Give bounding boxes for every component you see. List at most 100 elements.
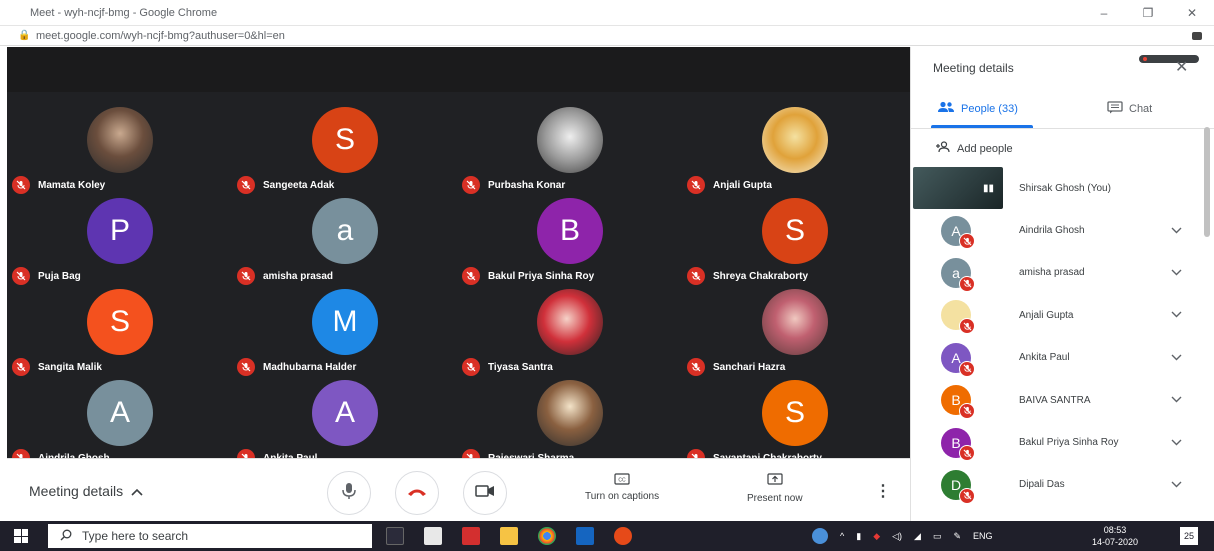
network-icon[interactable]: ◆ bbox=[873, 531, 880, 542]
participant-avatar: S bbox=[762, 198, 828, 264]
participant-row[interactable]: B Bakul Priya Sinha Roy bbox=[911, 421, 1201, 463]
participant-avatar bbox=[537, 289, 603, 355]
mic-off-icon bbox=[959, 275, 975, 292]
search-icon bbox=[60, 529, 72, 544]
participant-row[interactable]: a amisha prasad bbox=[911, 252, 1201, 294]
camera-button[interactable] bbox=[463, 471, 507, 515]
participant-tile[interactable]: SSayantani Chakraborty bbox=[682, 376, 907, 467]
chrome-icon[interactable] bbox=[538, 527, 556, 545]
mic-off-icon bbox=[959, 402, 975, 419]
participant-name: amisha prasad bbox=[263, 270, 334, 282]
participant-row[interactable]: D Dipali Das bbox=[911, 464, 1201, 506]
participant-avatar: M bbox=[312, 289, 378, 355]
taskbar-clock[interactable]: 08:53 14-07-2020 bbox=[1092, 524, 1138, 548]
wifi-icon[interactable]: ◢ bbox=[914, 531, 921, 542]
participant-name: Sangita Malik bbox=[38, 361, 102, 373]
tab-people[interactable]: People (33) bbox=[937, 101, 1018, 116]
participant-tile[interactable]: AAindrila Ghosh bbox=[7, 376, 232, 467]
task-view-icon[interactable] bbox=[386, 527, 404, 545]
participant-avatar bbox=[537, 380, 603, 446]
participant-row[interactable]: A Ankita Paul bbox=[911, 337, 1201, 379]
chevron-down-icon[interactable] bbox=[1171, 352, 1182, 364]
participant-avatar: S bbox=[87, 289, 153, 355]
taskbar-search-box[interactable]: Type here to search bbox=[48, 524, 372, 548]
chevron-down-icon[interactable] bbox=[1171, 394, 1182, 406]
captions-button[interactable]: CC Turn on captions bbox=[585, 473, 659, 502]
mic-off-icon bbox=[237, 358, 255, 376]
clock-date: 14-07-2020 bbox=[1092, 537, 1139, 547]
participant-tile[interactable]: S Sangita Malik bbox=[7, 285, 232, 376]
url-text[interactable]: meet.google.com/wyh-ncjf-bmg?authuser=0&… bbox=[36, 30, 1192, 42]
windows-start-icon[interactable] bbox=[14, 529, 28, 543]
pdf-reader-icon[interactable] bbox=[462, 527, 480, 545]
help-icon[interactable] bbox=[812, 528, 828, 544]
clock-time: 08:53 bbox=[1103, 525, 1127, 535]
volume-icon[interactable]: ◁) bbox=[892, 531, 902, 542]
chevron-down-icon[interactable] bbox=[1171, 309, 1182, 321]
mail-icon[interactable] bbox=[424, 527, 442, 545]
powerpoint-icon[interactable] bbox=[614, 527, 632, 545]
more-options-button[interactable]: ⋮ bbox=[875, 481, 891, 501]
participant-nameline: Tiyasa Santra bbox=[462, 358, 553, 376]
meeting-details-label: Meeting details bbox=[29, 483, 124, 499]
extension-icon[interactable] bbox=[1192, 31, 1202, 40]
panel-scrollbar[interactable] bbox=[1204, 127, 1210, 237]
participant-tile[interactable]: B Bakul Priya Sinha Roy bbox=[457, 194, 682, 285]
recording-indicator bbox=[1139, 55, 1199, 63]
participant-tile[interactable]: Anjali Gupta bbox=[682, 103, 907, 194]
address-bar[interactable]: 🔒 meet.google.com/wyh-ncjf-bmg?authuser=… bbox=[0, 26, 1214, 46]
chevron-down-icon[interactable] bbox=[1171, 437, 1182, 449]
file-explorer-icon[interactable] bbox=[500, 527, 518, 545]
word-icon[interactable] bbox=[576, 527, 594, 545]
participant-tile[interactable]: Mamata Koley bbox=[7, 103, 232, 194]
close-icon[interactable]: ✕ bbox=[1175, 57, 1188, 77]
usb-icon[interactable]: ▮ bbox=[856, 531, 861, 542]
chevron-down-icon[interactable] bbox=[1171, 225, 1182, 237]
mic-off-icon bbox=[237, 267, 255, 285]
chevron-down-icon[interactable] bbox=[1171, 267, 1182, 279]
participant-name: Tiyasa Santra bbox=[488, 361, 553, 373]
pen-icon[interactable]: ✎ bbox=[953, 531, 961, 542]
maximize-button[interactable]: ❐ bbox=[1126, 6, 1170, 20]
participant-tile[interactable]: Sanchari Hazra bbox=[682, 285, 907, 376]
participant-nameline: Bakul Priya Sinha Roy bbox=[462, 267, 594, 285]
leave-call-button[interactable] bbox=[395, 471, 439, 515]
meeting-details-button[interactable]: Meeting details bbox=[29, 483, 143, 499]
mic-off-icon bbox=[687, 267, 705, 285]
participant-tile[interactable]: P Puja Bag bbox=[7, 194, 232, 285]
present-now-button[interactable]: Present now bbox=[747, 473, 803, 504]
participant-tile[interactable]: AAnkita Paul bbox=[232, 376, 457, 467]
camera-icon bbox=[475, 484, 495, 503]
battery-icon[interactable]: ▭ bbox=[933, 531, 942, 542]
tab-chat[interactable]: Chat bbox=[1107, 101, 1152, 117]
notification-center-icon[interactable]: 25 bbox=[1180, 527, 1198, 545]
mic-off-icon bbox=[959, 360, 975, 377]
mic-off-icon bbox=[959, 318, 975, 335]
participant-nameline: Puja Bag bbox=[12, 267, 81, 285]
participant-avatar bbox=[762, 289, 828, 355]
participant-row[interactable]: B BAIVA SANTRA bbox=[911, 379, 1201, 421]
participant-tile[interactable]: Rajeswari Sharma bbox=[457, 376, 682, 467]
participant-row[interactable]: A Aindrila Ghosh bbox=[911, 209, 1201, 251]
participant-tile[interactable]: a amisha prasad bbox=[232, 194, 457, 285]
language-indicator[interactable]: ENG bbox=[973, 531, 993, 541]
microphone-button[interactable] bbox=[327, 471, 371, 515]
participant-row[interactable]: Anjali Gupta bbox=[911, 294, 1201, 336]
close-window-button[interactable]: ✕ bbox=[1170, 6, 1214, 20]
participant-row-self[interactable]: ▮▮ Shirsak Ghosh (You) bbox=[911, 167, 1201, 210]
notification-count: 25 bbox=[1183, 531, 1194, 541]
microphone-icon bbox=[342, 482, 356, 505]
minimize-button[interactable]: – bbox=[1082, 6, 1126, 20]
add-people-label: Add people bbox=[957, 142, 1013, 155]
taskbar-apps bbox=[386, 527, 632, 545]
participant-tile[interactable]: Tiyasa Santra bbox=[457, 285, 682, 376]
participant-tile[interactable]: M Madhubarna Halder bbox=[232, 285, 457, 376]
participant-name: Ankita Paul bbox=[1019, 352, 1070, 364]
chevron-down-icon[interactable] bbox=[1171, 479, 1182, 491]
participant-tile[interactable]: S Sangeeta Adak bbox=[232, 103, 457, 194]
chevron-up-icon[interactable]: ^ bbox=[840, 531, 844, 541]
participant-tile[interactable]: Purbasha Konar bbox=[457, 103, 682, 194]
add-people-button[interactable]: Add people bbox=[935, 141, 1013, 156]
call-controls-bar: Meeting details CC Turn on captions Pres… bbox=[7, 458, 910, 521]
participant-tile[interactable]: S Shreya Chakraborty bbox=[682, 194, 907, 285]
